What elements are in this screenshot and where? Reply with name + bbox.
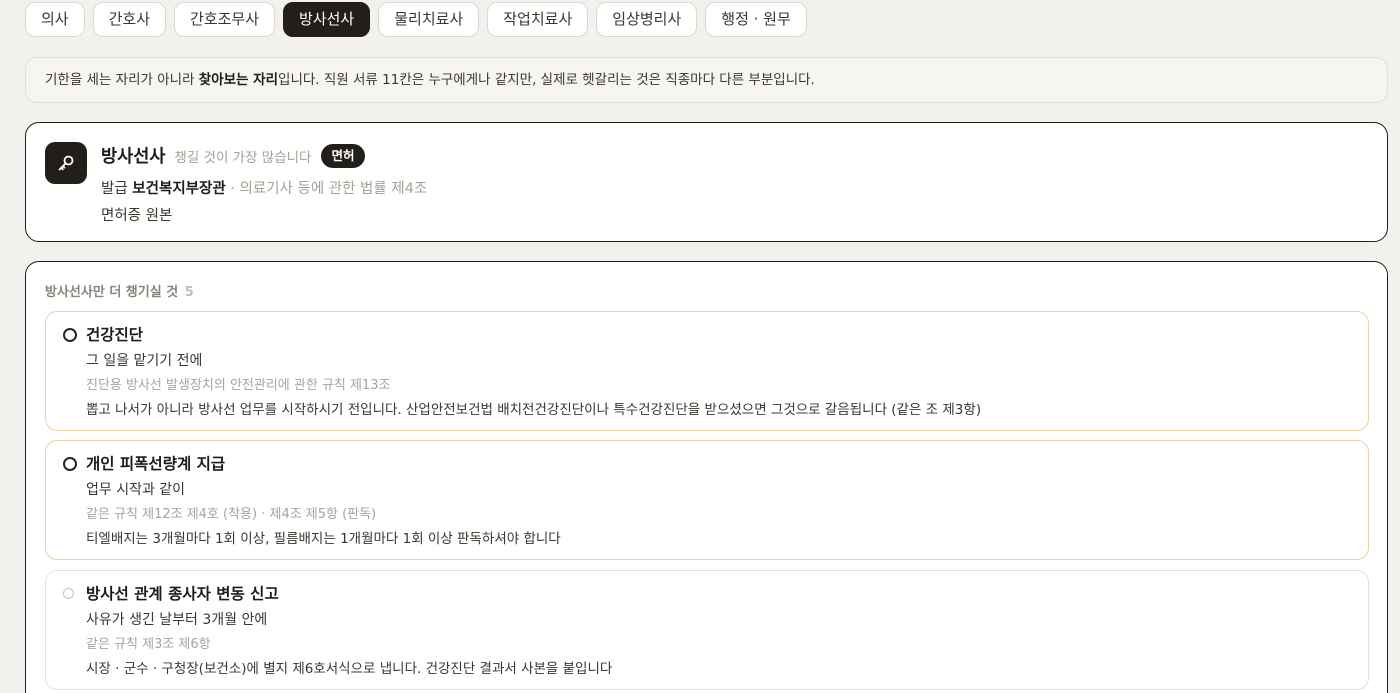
profession-title-row: 방사선사 챙길 것이 가장 많습니다 면허 <box>101 143 365 168</box>
item-description: 뽑고 나서가 아니라 방사선 업무를 시작하시기 전입니다. 산업안전보건법 배… <box>86 402 982 418</box>
tab-occupational-therapist[interactable]: 작업치료사 <box>487 2 589 37</box>
profession-card: 방사선사 챙길 것이 가장 많습니다 면허 발급 보건복지부장관 · 의료기사 … <box>25 122 1388 242</box>
required-document: 면허증 원본 <box>101 208 173 224</box>
tab-physical-therapist[interactable]: 물리치료사 <box>378 2 480 37</box>
item-description: 티엘배지는 3개월마다 1회 이상, 필름배지는 1개월마다 1회 이상 판독하… <box>86 531 561 547</box>
item-deadline: 사유가 생긴 날부터 3개월 안에 <box>86 612 268 628</box>
issuer-law: · 의료기사 등에 관한 법률 제4조 <box>225 181 428 197</box>
checkbox-circle-icon[interactable] <box>63 328 77 342</box>
item-title: 건강진단 <box>86 326 144 344</box>
profession-title: 방사선사 <box>101 147 166 167</box>
item-deadline: 그 일을 맡기기 전에 <box>86 353 203 369</box>
item-title: 개인 피폭선량계 지급 <box>86 455 226 473</box>
checklist-item-dosimeter[interactable]: 개인 피폭선량계 지급 업무 시작과 같이 같은 규칙 제12조 제4호 (착용… <box>45 440 1369 560</box>
key-icon <box>45 142 87 184</box>
issuer-label: 발급 <box>101 181 128 197</box>
tab-doctor[interactable]: 의사 <box>25 2 85 37</box>
checklist-count: 5 <box>184 285 194 300</box>
note-prefix: 기한을 세는 자리가 아니라 <box>45 72 199 88</box>
extra-checklist: 방사선사만 더 챙기실 것 5 건강진단 그 일을 맡기기 전에 진단용 방사선… <box>25 261 1388 693</box>
note-bold: 찾아보는 자리 <box>198 72 279 88</box>
tab-radiologic-technologist[interactable]: 방사선사 <box>283 2 371 37</box>
tab-administration[interactable]: 행정 · 원무 <box>705 2 807 37</box>
checkbox-circle-icon[interactable] <box>63 588 74 599</box>
checklist-item-worker-change-report[interactable]: 방사선 관계 종사자 변동 신고 사유가 생긴 날부터 3개월 안에 같은 규칙… <box>45 570 1369 690</box>
item-law: 진단용 방사선 발생장치의 안전관리에 관한 규칙 제13조 <box>86 378 391 393</box>
license-badge: 면허 <box>321 143 365 168</box>
item-law: 같은 규칙 제3조 제6항 <box>86 637 211 652</box>
profession-tabs: 의사 간호사 간호조무사 방사선사 물리치료사 작업치료사 임상병리사 행정 ·… <box>25 2 807 37</box>
key-icon-graphic <box>58 155 74 171</box>
profession-subtitle: 챙길 것이 가장 많습니다 <box>174 149 312 166</box>
item-title: 방사선 관계 종사자 변동 신고 <box>86 585 279 603</box>
issuer-name: 보건복지부장관 <box>132 181 226 197</box>
item-deadline: 업무 시작과 같이 <box>86 482 186 498</box>
tab-nurse-aide[interactable]: 간호조무사 <box>174 2 276 37</box>
checklist-title-text: 방사선사만 더 챙기실 것 <box>45 285 179 300</box>
checklist-item-health-exam[interactable]: 건강진단 그 일을 맡기기 전에 진단용 방사선 발생장치의 안전관리에 관한 … <box>45 311 1369 431</box>
tab-nurse[interactable]: 간호사 <box>92 2 167 37</box>
note-suffix: 입니다. 직원 서류 11칸은 누구에게나 같지만, 실제로 헷갈리는 것은 직… <box>278 72 815 88</box>
checklist-title: 방사선사만 더 챙기실 것 5 <box>45 281 194 300</box>
page: 의사 간호사 간호조무사 방사선사 물리치료사 작업치료사 임상병리사 행정 ·… <box>0 0 1400 693</box>
item-law: 같은 규칙 제12조 제4호 (착용) · 제4조 제5항 (판독) <box>86 507 377 522</box>
checkbox-circle-icon[interactable] <box>63 457 77 471</box>
item-description: 시장 · 군수 · 구청장(보건소)에 별지 제6호서식으로 냅니다. 건강진단… <box>86 661 613 677</box>
tab-clinical-pathologist[interactable]: 임상병리사 <box>596 2 698 37</box>
issuer-line: 발급 보건복지부장관 · 의료기사 등에 관한 법률 제4조 <box>101 177 427 198</box>
info-note: 기한을 세는 자리가 아니라 찾아보는 자리입니다. 직원 서류 11칸은 누구… <box>25 57 1388 103</box>
